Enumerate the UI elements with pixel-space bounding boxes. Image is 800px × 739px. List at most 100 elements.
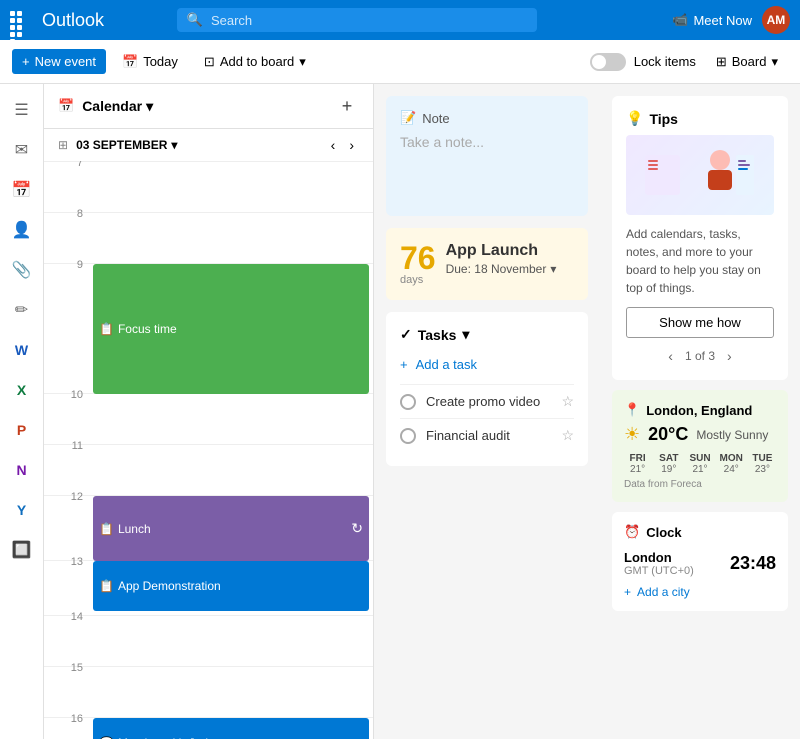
sidebar-item-apps[interactable]: 🔲	[4, 532, 40, 568]
repeat-icon: ↻	[351, 520, 363, 537]
time-label-10: 10	[44, 386, 89, 404]
top-right-controls: 📹 Meet Now AM	[672, 6, 790, 34]
content-area: 📅 Calendar ▾ + ⊞ 03 September ▾ ‹ ›	[44, 84, 800, 739]
view-icon: ⊞	[58, 138, 68, 152]
time-slots-7	[89, 162, 373, 212]
time-slots-13: 📋 App Demonstration	[89, 561, 373, 611]
clock-card: ⏰ Clock London GMT (UTC+0) 23:48 + Add a…	[612, 512, 788, 611]
tips-prev-button[interactable]: ‹	[664, 346, 677, 366]
meet-now-button[interactable]: 📹 Meet Now	[672, 12, 752, 28]
lock-items-label: Lock items	[634, 54, 696, 69]
clock-city: London	[624, 550, 694, 565]
task-checkbox-1[interactable]	[400, 428, 416, 444]
waffle-icon[interactable]	[10, 11, 28, 29]
date-label: 03 September ▾	[76, 138, 177, 152]
board-dropdown-icon: ▾	[771, 54, 778, 70]
tasks-icon: ✓	[400, 326, 412, 343]
time-row-8: 8	[44, 212, 373, 263]
time-row-7: 7	[44, 161, 373, 212]
left-sidebar: ☰ ✉ 📅 👤 📎 ✏ W X P N Y 🔲	[0, 84, 44, 739]
calendar-grid: 7 8 9 📋 Focus time	[44, 161, 373, 739]
time-slots-11	[89, 445, 373, 495]
forecast-fri: FRI 21°	[624, 453, 651, 475]
event-meeting-judy[interactable]: 💬 Meeting with Judy	[93, 718, 369, 739]
tips-card: 💡 Tips	[612, 96, 788, 380]
task-star-1[interactable]: ☆	[561, 427, 574, 444]
board-view-icon: ⊞	[716, 54, 727, 70]
task-item-0: Create promo video ☆	[400, 384, 574, 418]
sidebar-item-yammer[interactable]: Y	[4, 492, 40, 528]
board-icon: ⊡	[204, 54, 215, 70]
new-event-button[interactable]: + New event	[12, 49, 106, 74]
time-row-16: 16 💬 Meeting with Judy	[44, 717, 373, 739]
clock-row: London GMT (UTC+0) 23:48	[624, 550, 776, 577]
board-panel: 📝 Note Take a note... 76 days App Launch…	[374, 84, 600, 739]
sidebar-item-attachments[interactable]: 📎	[4, 252, 40, 288]
next-day-button[interactable]: ›	[344, 135, 359, 155]
sidebar-item-people[interactable]: 👤	[4, 212, 40, 248]
lock-toggle-switch[interactable]	[590, 53, 626, 71]
search-icon: 🔍	[187, 12, 203, 28]
time-row-12: 12 📋 Lunch ↻	[44, 495, 373, 560]
right-panel: 💡 Tips	[600, 84, 800, 739]
calendar-header: 📅 Calendar ▾ +	[44, 84, 373, 129]
date-nav: ⊞ 03 September ▾ ‹ ›	[44, 129, 373, 161]
tips-title: 💡 Tips	[626, 110, 774, 127]
app-launch-card: 76 days App Launch Due: 18 November ▾	[386, 228, 588, 300]
event-focus-time[interactable]: 📋 Focus time	[93, 264, 369, 394]
clock-title-text: Clock	[646, 525, 681, 540]
event-lunch[interactable]: 📋 Lunch ↻	[93, 496, 369, 561]
task-checkbox-0[interactable]	[400, 394, 416, 410]
time-row-13: 13 📋 App Demonstration	[44, 560, 373, 615]
search-input[interactable]	[211, 13, 527, 28]
avatar[interactable]: AM	[762, 6, 790, 34]
time-row-10: 10	[44, 393, 373, 444]
task-star-0[interactable]: ☆	[561, 393, 574, 410]
main-layout: ☰ ✉ 📅 👤 📎 ✏ W X P N Y 🔲 📅 Calendar ▾ + ⊞	[0, 84, 800, 739]
location-text: London, England	[646, 403, 752, 418]
time-slots-15	[89, 667, 373, 717]
launch-title: App Launch	[446, 242, 557, 260]
add-city-icon: +	[624, 585, 631, 599]
sidebar-item-calendar[interactable]: 📅	[4, 172, 40, 208]
event-app-demonstration[interactable]: 📋 App Demonstration	[93, 561, 369, 611]
time-row-15: 15	[44, 666, 373, 717]
event-name: Focus time	[118, 322, 177, 336]
task-text-0: Create promo video	[426, 394, 551, 409]
today-button[interactable]: 📅 Today	[112, 49, 188, 75]
sidebar-item-powerpoint[interactable]: P	[4, 412, 40, 448]
calendar-add-button[interactable]: +	[335, 94, 359, 118]
clock-city-block: London GMT (UTC+0)	[624, 550, 694, 577]
sidebar-item-word[interactable]: W	[4, 332, 40, 368]
board-button[interactable]: ⊞ Board ▾	[706, 49, 788, 75]
toolbar: + New event 📅 Today ⊡ Add to board ▾ Loc…	[0, 40, 800, 84]
meet-now-label: Meet Now	[693, 13, 752, 28]
add-city-button[interactable]: + Add a city	[624, 585, 776, 599]
due-label: Due: 18 November	[446, 262, 547, 276]
forecast-mon: MON 24°	[718, 453, 745, 475]
event-icon: 📋	[99, 522, 114, 536]
time-slots-9: 📋 Focus time	[89, 264, 373, 314]
add-city-label: Add a city	[637, 585, 690, 599]
tips-next-button[interactable]: ›	[723, 346, 736, 366]
add-task-button[interactable]: + Add a task	[400, 353, 574, 376]
time-row-14: 14	[44, 615, 373, 666]
sidebar-item-menu[interactable]: ☰	[4, 92, 40, 128]
sidebar-item-onenote[interactable]: N	[4, 452, 40, 488]
calendar-header-icon: 📅	[58, 98, 74, 114]
sidebar-item-notes[interactable]: ✏	[4, 292, 40, 328]
time-label-16: 16	[44, 710, 89, 728]
time-slots-12: 📋 Lunch ↻	[89, 496, 373, 546]
due-date: Due: 18 November ▾	[446, 262, 557, 276]
clock-icon: ⏰	[624, 524, 640, 540]
note-card[interactable]: 📝 Note Take a note...	[386, 96, 588, 216]
sidebar-item-mail[interactable]: ✉	[4, 132, 40, 168]
sidebar-item-excel[interactable]: X	[4, 372, 40, 408]
show-me-how-button[interactable]: Show me how	[626, 307, 774, 338]
search-bar[interactable]: 🔍	[177, 8, 537, 32]
note-placeholder: Take a note...	[400, 134, 574, 150]
add-to-board-button[interactable]: ⊡ Add to board ▾	[194, 49, 316, 75]
prev-day-button[interactable]: ‹	[326, 135, 341, 155]
tips-title-text: Tips	[649, 111, 678, 127]
tips-page-indicator: 1 of 3	[685, 349, 715, 363]
